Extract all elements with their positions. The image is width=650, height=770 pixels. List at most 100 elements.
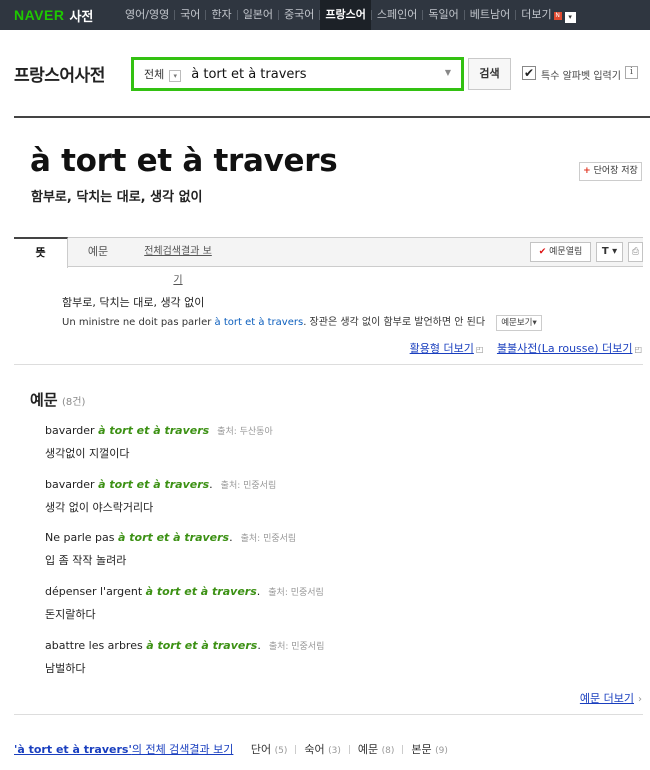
nav-item-label: 더보기 bbox=[521, 8, 552, 21]
entry-tabbar: 뜻 예문 전체검색결과 보기 ✔ 예문열림 T ▾ ⎙ bbox=[14, 237, 643, 286]
full-results-query: 'à tort et à travers' bbox=[14, 743, 132, 756]
nav-item-8[interactable]: 베트남어 bbox=[465, 0, 515, 30]
tab-meaning[interactable]: 뜻 bbox=[14, 237, 68, 268]
search-header: 프랑스어사전 전체 ▾ ▼ 검색 ✔ 특수 알파벳 입력기 i bbox=[0, 30, 650, 116]
nav-item-1[interactable]: 국어 bbox=[175, 0, 205, 30]
result-category-3[interactable]: 본문 (9) bbox=[411, 743, 448, 756]
search-scope-select[interactable]: 전체 ▾ bbox=[144, 66, 182, 82]
nav-item-3[interactable]: 일본어 bbox=[238, 0, 278, 30]
special-alphabet-label[interactable]: 특수 알파벳 입력기 bbox=[541, 67, 621, 82]
definition-more-links: 활용형 더보기 ◰ 불불사전(La rousse) 더보기 ◰ bbox=[410, 340, 642, 356]
example-source: 출처: 민중서림 bbox=[268, 642, 325, 652]
examples-count: (8건) bbox=[62, 397, 86, 408]
definition-example: Un ministre ne doit pas parler à tort et… bbox=[62, 313, 542, 331]
print-icon[interactable]: ⎙ bbox=[628, 242, 643, 262]
result-category-2[interactable]: 예문 (8) bbox=[358, 743, 395, 756]
result-category-1[interactable]: 숙어 (3) bbox=[304, 743, 341, 756]
nav-item-label: 일본어 bbox=[242, 8, 274, 21]
font-size-button[interactable]: T ▾ bbox=[596, 242, 623, 262]
example-source: 출처: 민중서림 bbox=[240, 534, 297, 544]
nav-item-5[interactable]: 프랑스어 bbox=[320, 0, 371, 30]
special-alphabet-checkbox[interactable]: ✔ bbox=[522, 66, 536, 80]
external-link-icon: ◰ bbox=[634, 345, 642, 354]
naver-logo[interactable]: NAVER bbox=[14, 7, 64, 23]
example-korean: 남벌하다 bbox=[45, 662, 86, 675]
example-french: Ne parle pas à tort et à travers. 출처: 민중서… bbox=[45, 531, 625, 544]
examples-more-link[interactable]: 예문 더보기 bbox=[580, 692, 634, 705]
naver-dictionary-logo[interactable]: NAVER 사전 bbox=[0, 6, 120, 25]
header-divider bbox=[14, 116, 650, 118]
autocomplete-toggle-icon[interactable]: ▼ bbox=[445, 68, 451, 77]
entry-headword: à tort et à travers bbox=[30, 143, 338, 179]
nav-item-label: 스페인어 bbox=[376, 8, 418, 21]
example-source: 출처: 민중서림 bbox=[268, 588, 324, 598]
nav-item-7[interactable]: 독일어 bbox=[423, 0, 463, 30]
dictionary-logo[interactable]: 사전 bbox=[69, 6, 93, 25]
example-item: bavarder à tort et à travers. 출처: 민중서림 생각 … bbox=[45, 478, 625, 515]
nav-item-2[interactable]: 한자 bbox=[206, 0, 236, 30]
example-item: abattre les arbres à tort et à travers. 출… bbox=[45, 639, 625, 676]
example-french: abattre les arbres à tort et à travers. 출… bbox=[45, 639, 625, 652]
example-korean: 생각 없이 야스락거리다 bbox=[45, 501, 154, 514]
definition-example-prefix: Un ministre ne doit pas parler bbox=[62, 317, 215, 328]
example-view-button[interactable]: 예문보기▾ bbox=[496, 315, 542, 331]
example-french-suffix: . bbox=[229, 531, 233, 544]
category-separator bbox=[402, 745, 404, 754]
info-icon[interactable]: i bbox=[625, 66, 638, 79]
tab-all-results[interactable]: 전체검색결과 보기 bbox=[142, 237, 214, 286]
full-results-suffix: 의 전체 검색결과 보기 bbox=[131, 743, 234, 756]
nav-item-label: 베트남어 bbox=[469, 8, 511, 21]
language-menu: 영어/영영 국어 한자 일본어 중국어 프랑스어 스페인어 독일어 베트남어 더보기 N ▾ bbox=[120, 0, 581, 30]
example-french-prefix: bavarder bbox=[45, 424, 99, 437]
search-input[interactable] bbox=[191, 66, 432, 82]
nav-item-0[interactable]: 영어/영영 bbox=[120, 0, 174, 30]
nav-item-9[interactable]: 더보기 N ▾ bbox=[516, 0, 580, 30]
result-category-label: 단어 bbox=[250, 743, 272, 756]
result-category-count: (3) bbox=[328, 746, 341, 756]
example-french-prefix: abattre les arbres bbox=[45, 639, 147, 652]
category-separator bbox=[295, 745, 297, 754]
examples-heading: 예문 bbox=[30, 391, 58, 409]
definition-example-keyword: à tort et à travers bbox=[214, 317, 304, 328]
search-button[interactable]: 검색 bbox=[468, 58, 511, 90]
result-category-0[interactable]: 단어 (5) bbox=[251, 743, 288, 756]
result-category-count: (9) bbox=[435, 746, 448, 756]
larousse-more-link[interactable]: 불불사전(La rousse) 더보기 bbox=[497, 342, 633, 355]
plus-icon: + bbox=[583, 166, 591, 176]
example-french-prefix: dépenser l'argent bbox=[45, 585, 146, 598]
example-keyword[interactable]: à tort et à travers bbox=[146, 585, 257, 598]
example-keyword[interactable]: à tort et à travers bbox=[118, 531, 229, 544]
result-category-count: (5) bbox=[274, 746, 288, 756]
chevron-down-icon[interactable]: ▾ bbox=[169, 70, 182, 82]
result-category-count: (8) bbox=[381, 746, 395, 756]
example-item: dépenser l'argent à tort et à travers. 출처… bbox=[45, 585, 625, 622]
check-icon: ✔ bbox=[538, 247, 547, 257]
definition-korean: 함부로, 닥치는 대로, 생각 없이 bbox=[62, 296, 205, 309]
external-link-icon: ◰ bbox=[475, 345, 484, 354]
example-keyword[interactable]: à tort et à travers bbox=[146, 639, 257, 652]
example-korean: 돈지랄하다 bbox=[45, 608, 96, 621]
examples-more: 예문 더보기 › bbox=[580, 690, 642, 706]
nav-item-label: 국어 bbox=[180, 8, 201, 21]
example-french-prefix: Ne parle pas bbox=[45, 531, 119, 544]
example-keyword[interactable]: à tort et à travers bbox=[98, 478, 209, 491]
search-box[interactable]: 전체 ▾ ▼ bbox=[131, 57, 464, 91]
example-source: 출처: 민중서림 bbox=[220, 481, 277, 491]
new-badge-icon: N bbox=[553, 12, 562, 20]
nav-item-4[interactable]: 중국어 bbox=[279, 0, 319, 30]
nav-item-6[interactable]: 스페인어 bbox=[372, 0, 422, 30]
full-results-link[interactable]: 'à tort et à travers'의 전체 검색결과 보기 bbox=[14, 743, 233, 756]
example-french-suffix: . bbox=[209, 478, 213, 491]
chevron-down-icon[interactable]: ▾ bbox=[564, 12, 576, 23]
conjugation-more-link[interactable]: 활용형 더보기 bbox=[410, 342, 474, 355]
tab-examples[interactable]: 예문 bbox=[76, 237, 120, 267]
dictionary-title[interactable]: 프랑스어사전 bbox=[14, 61, 105, 86]
save-to-wordbook-button[interactable]: + 단어장 저장 bbox=[579, 162, 642, 181]
example-keyword[interactable]: à tort et à travers bbox=[98, 424, 209, 437]
full-results-bar: 'à tort et à travers'의 전체 검색결과 보기 단어 (5)… bbox=[14, 741, 448, 757]
example-expand-toggle[interactable]: ✔ 예문열림 bbox=[530, 242, 591, 262]
example-korean: 생각없이 지껄이다 bbox=[45, 447, 130, 460]
result-category-label: 본문 bbox=[411, 743, 432, 756]
save-to-wordbook-label: 단어장 저장 bbox=[593, 166, 638, 176]
nav-item-label: 중국어 bbox=[284, 8, 315, 21]
